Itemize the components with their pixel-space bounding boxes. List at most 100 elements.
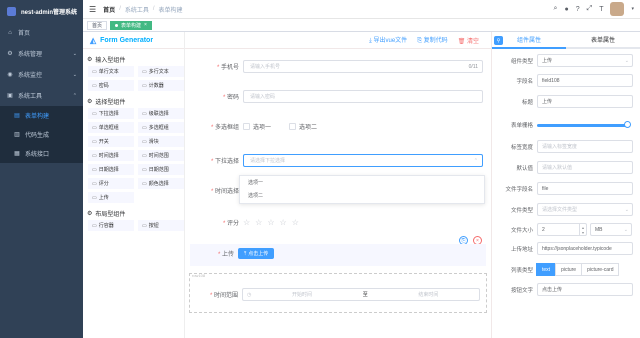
sidebar-item-monitor[interactable]: ◉ 系统监控 ⌄ (0, 64, 83, 85)
upload-button[interactable]: ⤒ 点击上传 (238, 248, 275, 259)
prop-input[interactable]: https://jsonplaceholder.typicode (537, 242, 633, 255)
component-item[interactable]: ▭ 上传 (88, 192, 134, 203)
prop-label: 文件类型 (510, 207, 533, 214)
star-icon[interactable]: ☆ (267, 218, 274, 227)
time-range-input[interactable]: ◷ 开始时间 至 结束时间 (242, 288, 480, 301)
sidebar-item-tools[interactable]: ▣ 系统工具 ⌃ (0, 85, 83, 106)
component-item[interactable]: ▭ 颜色选择 (138, 178, 184, 189)
component-item[interactable]: ▭ 滑块 (138, 136, 184, 147)
chevron-down-icon[interactable]: ▾ (582, 230, 584, 235)
component-item[interactable]: ▭ 多选框组 (138, 122, 184, 133)
hamburger-icon[interactable]: ☰ (89, 5, 96, 14)
sidebar-item-system[interactable]: ⚙ 系统管理 ⌄ (0, 43, 83, 64)
component-item[interactable]: ▭ 按钮 (138, 220, 184, 231)
row-container[interactable]: row108 * 时间范围 ◷ 开始时间 至 结束时间 (189, 273, 487, 313)
component-item[interactable]: ▭ 计数器 (138, 80, 184, 91)
component-item[interactable]: ▭ 单行文本 (88, 66, 134, 77)
component-item[interactable]: ▭ 评分 (88, 178, 134, 189)
component-item[interactable]: ▭ 时间范围 (138, 150, 184, 161)
component-item[interactable]: ▭ 行容器 (88, 220, 134, 231)
group-title-input: ⚙ 输入型组件 (83, 49, 184, 66)
component-label: 计数器 (148, 83, 164, 89)
prop-input[interactable]: field108 (537, 74, 633, 87)
select-option[interactable]: 选项一 (240, 176, 484, 189)
tab-component-props[interactable]: 组件属性 (492, 32, 566, 49)
slider-knob[interactable] (624, 120, 631, 128)
prop-input[interactable]: 点击上传 (537, 283, 633, 296)
prop-input[interactable]: 上传 (537, 95, 633, 108)
sidebar-item-codegen[interactable]: ▥ 代码生成 (0, 125, 83, 144)
export-button[interactable]: ⤓ 导出vue文件 (369, 35, 407, 45)
home-icon: ⌂ (8, 29, 12, 36)
component-icon: ▭ (92, 180, 97, 187)
group-title-label: 输入型组件 (95, 58, 126, 64)
select-option[interactable]: 选项二 (240, 189, 484, 202)
prop-label: 标签宽度 (510, 144, 533, 151)
form-item-upload[interactable]: * 上传 ⤒ 点击上传 (190, 244, 486, 266)
star-icon[interactable]: ☆ (243, 218, 250, 227)
copy-button[interactable]: ⎘ 复制代码 (417, 35, 448, 45)
chevron-down-icon[interactable]: ▾ (631, 6, 634, 12)
sidebar-item-api[interactable]: ▦ 系统接口 (0, 144, 83, 163)
component-item[interactable]: ▭ 下拉选择 (88, 108, 134, 119)
prop-select[interactable]: 请选择文件类型 ⌄ (537, 203, 633, 216)
list-type-picture[interactable]: picture (555, 263, 583, 276)
size-stepper[interactable]: 2 ▴ ▾ (537, 223, 587, 236)
component-icon: ▭ (142, 138, 147, 145)
password-input[interactable]: 请输入密码 (243, 90, 483, 103)
component-item[interactable]: ▭ 时间选择 (88, 150, 134, 161)
tag-home[interactable]: 首页 (87, 20, 108, 30)
component-icon: ▭ (142, 110, 147, 117)
sidebar-item-form-build[interactable]: ▤ 表单构建 (0, 106, 83, 125)
component-item[interactable]: ▭ 多行文本 (138, 66, 184, 77)
unit-select[interactable]: MB ⌄ (590, 223, 632, 236)
prop-label: 表单栅格 (510, 123, 533, 129)
component-item[interactable]: ▭ 密码 (88, 80, 134, 91)
star-icon[interactable]: ☆ (280, 218, 287, 227)
row-tag: row108 (192, 273, 206, 278)
prop-label: 标题 (521, 99, 533, 106)
breadcrumb-home[interactable]: 首页 (103, 5, 115, 14)
star-icon[interactable]: ☆ (292, 218, 299, 227)
fullscreen-icon[interactable]: ⤢ (587, 5, 593, 13)
search-icon[interactable]: ⌕ (554, 5, 558, 13)
component-icon: ▭ (92, 194, 97, 201)
avatar[interactable] (610, 2, 625, 16)
component-item[interactable]: ▭ 开关 (88, 136, 134, 147)
link-icon[interactable]: ⚲ (494, 36, 503, 45)
component-item[interactable]: ▭ 日期范围 (138, 164, 184, 175)
prop-input[interactable]: file (537, 182, 633, 195)
rating-stars[interactable]: ☆ ☆ ☆ ☆ ☆ (243, 218, 299, 227)
prop-input[interactable]: 请输入默认值 (537, 161, 633, 174)
star-icon[interactable]: ☆ (255, 218, 262, 227)
docs-icon[interactable]: ? (576, 6, 580, 13)
sidebar: nest-admin管理系统 ⌂ 首页 ⚙ 系统管理 ⌄ ◉ 系统监控 ⌄ ▣ 系统工具 ⌃ … (0, 0, 83, 338)
tag-form-build[interactable]: 表单构建 × (110, 20, 152, 30)
sidebar-item-home[interactable]: ⌂ 首页 (0, 22, 83, 43)
phone-input[interactable]: 请输入手机号 0/11 (243, 60, 483, 73)
prop-select[interactable]: 上传 ⌄ (537, 54, 633, 67)
clear-button[interactable]: 🗑 清空 (458, 36, 479, 45)
list-type-picture-card[interactable]: picture-card (581, 263, 620, 276)
select-input[interactable]: 请选择下拉选择 ⌃ (243, 154, 483, 167)
font-size-icon[interactable]: T (599, 6, 603, 13)
panel-header: ◭ Form Generator (83, 32, 184, 49)
stepper-arrows[interactable]: ▴ ▾ (579, 224, 586, 235)
checkbox-option-1[interactable]: 选项一 (243, 122, 271, 131)
component-item[interactable]: ▭ 单选框组 (88, 122, 134, 133)
select-dropdown: 选项一 选项二 (239, 175, 485, 204)
label-text: 密码 (226, 95, 239, 101)
copy-icon: ⎘ (417, 38, 422, 44)
prop-input[interactable]: 请输入标签宽度 (537, 140, 633, 153)
prop-row: 组件类型 上传 ⌄ (492, 54, 640, 67)
list-type-text[interactable]: text (536, 263, 557, 276)
tab-form-props[interactable]: 表单属性 (566, 32, 640, 47)
app-logo[interactable]: nest-admin管理系统 (0, 0, 83, 22)
checkbox-option-2[interactable]: 选项二 (289, 122, 317, 131)
github-icon[interactable]: ● (564, 6, 568, 13)
component-item[interactable]: ▭ 级联选择 (138, 108, 184, 119)
close-icon[interactable]: × (144, 22, 147, 28)
component-item[interactable]: ▭ 日期选择 (88, 164, 134, 175)
span-slider[interactable] (537, 120, 631, 128)
form-item-checkbox: * 多选框组 选项一 选项二 (190, 122, 486, 131)
